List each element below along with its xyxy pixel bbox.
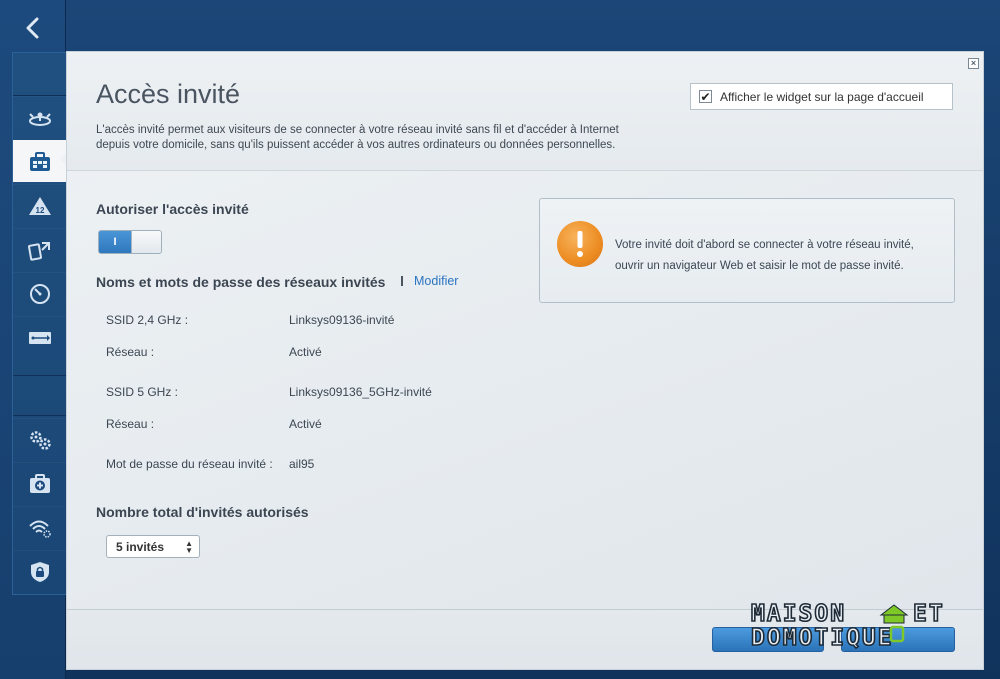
wireless-icon bbox=[29, 520, 51, 538]
back-button[interactable] bbox=[12, 10, 54, 46]
total-guests-heading: Nombre total d'invités autorisés bbox=[96, 504, 309, 520]
sidebar-item-wireless[interactable] bbox=[13, 506, 67, 548]
usb-storage-icon bbox=[29, 331, 51, 344]
sidebar-item-media-priority[interactable] bbox=[13, 228, 67, 270]
sidebar-item-parental-control[interactable]: 12 bbox=[13, 184, 67, 226]
network-24-status-value: Activé bbox=[289, 345, 322, 359]
alert-message: Votre invité doit d'abord se connecter à… bbox=[615, 239, 914, 272]
toggle-on-indicator: I bbox=[99, 231, 131, 253]
page-title: Accès invité bbox=[96, 79, 241, 109]
sidebar: 12 bbox=[0, 0, 67, 679]
ssid-5-value: Linksys09136_5GHz-invité bbox=[289, 385, 432, 399]
svg-text:ET: ET bbox=[913, 601, 945, 627]
guest-access-toggle[interactable]: I bbox=[98, 230, 162, 254]
ssid-24-label: SSID 2,4 GHz : bbox=[106, 313, 189, 327]
updown-arrow-icon: ▲ ▼ bbox=[185, 539, 193, 555]
guest-networks-heading: Noms et mots de passe des réseaux invité… bbox=[96, 274, 386, 290]
router-icon bbox=[29, 112, 51, 126]
sidebar-item-security[interactable] bbox=[13, 550, 67, 592]
shield-icon bbox=[31, 561, 49, 582]
maison-et-domotique-logo: MAISON DOMOTIQUE ET bbox=[750, 600, 945, 652]
guest-access-icon bbox=[30, 151, 50, 171]
ssid-24-value: Linksys09136-invité bbox=[289, 313, 395, 327]
network-5-status-label: Réseau : bbox=[106, 417, 155, 431]
sidebar-item-speed-test[interactable] bbox=[13, 272, 67, 314]
svg-text:12: 12 bbox=[36, 206, 45, 215]
show-widget-label: Afficher le widget sur la page d'accueil bbox=[720, 89, 924, 104]
guest-password-value: ail95 bbox=[289, 457, 315, 471]
sidebar-rail: 12 bbox=[12, 52, 67, 595]
guest-password-label: Mot de passe du réseau invité : bbox=[106, 457, 273, 471]
svg-text:MAISON: MAISON bbox=[751, 601, 846, 627]
parental-control-icon: 12 bbox=[29, 196, 51, 215]
ssid-5-label: SSID 5 GHz : bbox=[106, 385, 179, 399]
chevron-left-icon bbox=[26, 17, 39, 39]
checkbox-checked-icon[interactable]: ✔ bbox=[699, 90, 712, 103]
divider bbox=[401, 276, 403, 286]
total-guests-selected: 5 invités bbox=[116, 539, 165, 554]
exclamation-icon bbox=[557, 221, 603, 267]
network-5-status-value: Activé bbox=[289, 417, 322, 431]
speed-test-icon bbox=[30, 283, 50, 304]
settings-icon bbox=[30, 430, 51, 450]
modify-link[interactable]: Modifier bbox=[414, 274, 458, 288]
network-24-status-label: Réseau : bbox=[106, 345, 155, 359]
sidebar-item-settings[interactable] bbox=[13, 418, 67, 460]
show-widget-checkbox[interactable]: ✔ Afficher le widget sur la page d'accue… bbox=[690, 83, 953, 110]
guest-access-panel: × Accès invité L'accès invité permet aux… bbox=[66, 51, 984, 670]
sidebar-item-router[interactable] bbox=[13, 96, 67, 138]
troubleshooting-icon bbox=[30, 473, 50, 493]
info-alert: Votre invité doit d'abord se connecter à… bbox=[539, 198, 955, 303]
media-priority-icon bbox=[28, 241, 50, 261]
svg-text:DOMOTIQUE: DOMOTIQUE bbox=[751, 625, 894, 651]
watermark-logo: MAISON DOMOTIQUE ET bbox=[747, 600, 962, 652]
toggle-knob bbox=[131, 231, 161, 253]
sidebar-item-guest-access[interactable] bbox=[13, 140, 67, 182]
allow-guest-heading: Autoriser l'accès invité bbox=[96, 201, 249, 217]
sidebar-item-troubleshooting[interactable] bbox=[13, 462, 67, 504]
total-guests-select[interactable]: 5 invités ▲ ▼ bbox=[106, 535, 200, 558]
close-icon[interactable]: × bbox=[968, 58, 979, 69]
page-description: L'accès invité permet aux visiteurs de s… bbox=[96, 124, 619, 151]
panel-header: × Accès invité L'accès invité permet aux… bbox=[67, 52, 983, 171]
sidebar-item-usb-storage[interactable] bbox=[13, 316, 67, 358]
